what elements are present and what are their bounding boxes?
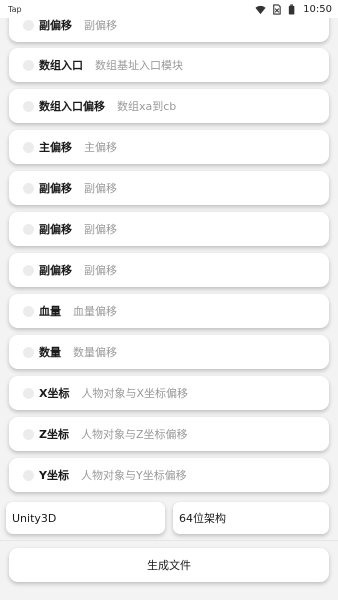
radio-button[interactable] [23, 469, 34, 481]
row-label: Z坐标 [39, 428, 69, 441]
row-input[interactable]: 副偏移 [84, 221, 117, 237]
offset-row[interactable]: 主偏移 主偏移 [9, 130, 329, 164]
radio-button[interactable] [23, 141, 34, 153]
no-sim-icon [273, 3, 281, 15]
offset-row[interactable]: Y坐标 人物对象与Y坐标偏移 [9, 458, 329, 492]
status-icons: 10:50 [255, 4, 332, 15]
row-input[interactable]: 数组xa到cb [117, 98, 176, 114]
radio-button[interactable] [23, 387, 34, 399]
row-label: 数组入口偏移 [39, 100, 105, 113]
radio-button[interactable] [23, 346, 34, 358]
row-label: 副偏移 [39, 264, 72, 277]
offset-row[interactable]: 副偏移 副偏移 [9, 212, 329, 246]
radio-button[interactable] [23, 223, 34, 235]
row-label: 副偏移 [39, 223, 72, 236]
row-label: 副偏移 [39, 182, 72, 195]
status-bar: Tap 10:50 [0, 0, 338, 18]
row-input[interactable]: 数量偏移 [73, 344, 117, 360]
row-label: Y坐标 [39, 469, 69, 482]
row-label: 数组入口 [39, 59, 83, 72]
radio-button[interactable] [23, 428, 34, 440]
engine-input[interactable]: Unity3D [6, 502, 165, 534]
row-input[interactable]: 人物对象与X坐标偏移 [81, 385, 188, 401]
row-label: 副偏移 [39, 19, 72, 32]
row-input[interactable]: 数组基址入口模块 [95, 57, 183, 73]
row-input[interactable]: 人物对象与Y坐标偏移 [81, 467, 187, 483]
architecture-input[interactable]: 64位架构 [173, 502, 329, 534]
radio-button[interactable] [23, 100, 34, 112]
radio-button[interactable] [23, 305, 34, 317]
offset-row[interactable]: 数量 数量偏移 [9, 335, 329, 369]
offset-row[interactable]: 血量 血量偏移 [9, 294, 329, 328]
offset-row[interactable]: Z坐标 人物对象与Z坐标偏移 [9, 417, 329, 451]
divider [0, 540, 338, 541]
row-input[interactable]: 人物对象与Z坐标偏移 [81, 426, 188, 442]
row-label: 数量 [39, 346, 61, 359]
radio-button[interactable] [23, 59, 34, 71]
wifi-icon [255, 5, 266, 14]
status-time: 10:50 [303, 3, 332, 15]
row-label: X坐标 [39, 387, 70, 400]
generate-file-button[interactable]: 生成文件 [9, 548, 329, 582]
offset-row[interactable]: 副偏移 副偏移 [9, 171, 329, 205]
offset-row[interactable]: 数组入口偏移 数组xa到cb [9, 89, 329, 123]
radio-button[interactable] [23, 264, 34, 276]
row-input[interactable]: 副偏移 [84, 262, 117, 278]
offset-row[interactable]: X坐标 人物对象与X坐标偏移 [9, 376, 329, 410]
offset-row[interactable]: 数组入口 数组基址入口模块 [9, 48, 329, 82]
radio-button[interactable] [23, 182, 34, 194]
row-input[interactable]: 副偏移 [84, 17, 117, 33]
battery-icon [289, 3, 295, 15]
status-carrier: Tap [8, 4, 22, 14]
row-input[interactable]: 副偏移 [84, 180, 117, 196]
row-label: 血量 [39, 305, 61, 318]
row-label: 主偏移 [39, 141, 72, 154]
row-input[interactable]: 主偏移 [84, 139, 117, 155]
offset-row[interactable]: 副偏移 副偏移 [9, 253, 329, 287]
radio-button[interactable] [23, 19, 34, 31]
row-input[interactable]: 血量偏移 [73, 303, 117, 319]
